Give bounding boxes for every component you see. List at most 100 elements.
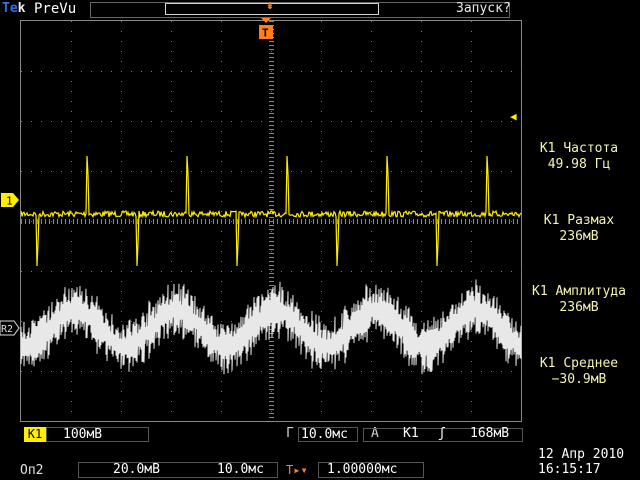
ch1-scale-readout[interactable]: 100мВ <box>46 427 149 442</box>
grid-dot <box>71 231 72 232</box>
center-tick <box>269 133 274 134</box>
center-tick <box>361 219 362 224</box>
ch1-tag[interactable]: К1 <box>24 427 46 442</box>
date-readout: 12 Апр 2010 <box>538 447 625 462</box>
grid-dot <box>281 371 282 372</box>
grid-dot <box>471 151 472 152</box>
grid-dot <box>361 171 362 172</box>
center-tick <box>505 219 506 224</box>
grid-dot <box>121 231 122 232</box>
grid-dot <box>461 271 462 272</box>
grid-dot <box>81 121 82 122</box>
trigger-point-marker[interactable]: T <box>258 18 274 42</box>
grid-dot <box>131 171 132 172</box>
grid-dot <box>51 171 52 172</box>
center-tick <box>269 93 274 94</box>
center-tick <box>429 219 430 224</box>
measurement-value: 236мВ <box>559 300 599 315</box>
center-tick <box>469 219 470 224</box>
grid-dot <box>101 71 102 72</box>
grid-dot <box>51 371 52 372</box>
grid-dot <box>141 271 142 272</box>
grid-dot <box>321 261 322 262</box>
grid-dot <box>371 401 372 402</box>
center-tick <box>269 209 274 210</box>
center-tick <box>333 219 334 224</box>
center-tick <box>493 219 494 224</box>
grid-dot <box>331 371 332 372</box>
center-tick <box>269 405 274 406</box>
grid-dot <box>71 361 72 362</box>
center-tick <box>349 219 350 224</box>
grid-dot <box>171 421 172 422</box>
grid-dot <box>351 121 352 122</box>
grid-dot <box>291 371 292 372</box>
center-tick <box>269 165 274 166</box>
center-tick <box>225 219 226 224</box>
center-tick <box>269 189 274 190</box>
center-tick <box>269 149 274 150</box>
grid-dot <box>341 121 342 122</box>
grid-dot <box>231 271 232 272</box>
timebase-readout[interactable]: 10.0мс <box>298 427 358 442</box>
grid-dot <box>221 271 222 272</box>
grid-dot <box>471 231 472 232</box>
grid-dot <box>201 271 202 272</box>
grid-dot <box>121 61 122 62</box>
grid-dot <box>71 241 72 242</box>
grid-dot <box>491 121 492 122</box>
trigger-position-readout[interactable]: 1.00000мс <box>318 462 424 478</box>
center-tick <box>269 45 274 46</box>
ch1-ground-marker[interactable]: 1 <box>0 192 20 208</box>
center-tick <box>145 219 146 224</box>
grid-dot <box>81 71 82 72</box>
grid-dot <box>251 221 252 222</box>
grid-dot <box>311 71 312 72</box>
measurement-label: К1 Размах <box>543 213 615 228</box>
grid-dot <box>491 171 492 172</box>
center-tick <box>269 393 274 394</box>
center-tick <box>269 73 274 74</box>
grid-dot <box>161 271 162 272</box>
center-tick <box>269 281 274 282</box>
graticule[interactable] <box>20 20 522 422</box>
grid-dot <box>411 171 412 172</box>
grid-dot <box>221 151 222 152</box>
grid-dot <box>421 321 422 322</box>
center-tick <box>285 219 286 224</box>
grid-dot <box>121 101 122 102</box>
grid-dot <box>41 171 42 172</box>
center-tick <box>93 219 94 224</box>
ref2-marker[interactable]: R2 <box>0 320 20 336</box>
center-tick <box>269 365 274 366</box>
grid-dot <box>471 361 472 362</box>
center-tick <box>269 233 274 234</box>
grid-dot <box>371 161 372 162</box>
grid-dot <box>221 281 222 282</box>
grid-dot <box>71 111 72 112</box>
grid-dot <box>371 351 372 352</box>
grid-dot <box>281 121 282 122</box>
measurement-label: К1 Амплитуда <box>532 284 626 299</box>
grid-dot <box>341 371 342 372</box>
center-tick <box>129 219 130 224</box>
reference-label: Оп2 <box>20 463 44 478</box>
grid-dot <box>471 241 472 242</box>
grid-dot <box>411 221 412 222</box>
grid-dot <box>421 231 422 232</box>
center-tick <box>269 201 274 202</box>
center-tick <box>269 225 274 226</box>
grid-dot <box>421 161 422 162</box>
grid-dot <box>71 131 72 132</box>
grid-dot <box>331 121 332 122</box>
grid-dot <box>251 371 252 372</box>
grid-dot <box>81 171 82 172</box>
measurement-mean: К1 Среднее −30.9мВ <box>518 356 640 388</box>
grid-dot <box>371 71 372 72</box>
grid-dot <box>71 71 72 72</box>
grid-dot <box>321 51 322 52</box>
grid-dot <box>211 271 212 272</box>
trigger-level-arrow-icon[interactable]: ◀ <box>510 111 517 122</box>
center-tick <box>133 219 134 224</box>
grid-dot <box>71 381 72 382</box>
